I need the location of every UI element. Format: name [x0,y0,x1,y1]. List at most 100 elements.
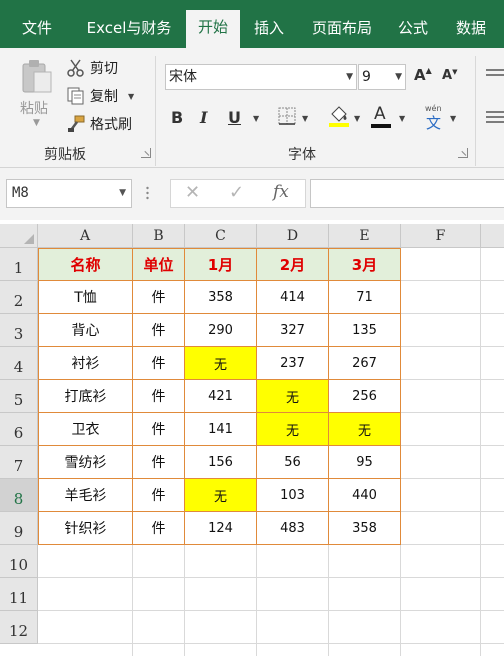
name-box[interactable]: M8 ▼ [6,179,132,208]
align-left-icon[interactable] [486,110,504,124]
table-header-cell[interactable]: 3月 [329,248,401,281]
table-cell[interactable]: 打底衫 [38,380,133,413]
row-header-2[interactable]: 2 [0,281,38,314]
font-launcher-icon[interactable] [458,148,468,158]
row-header-3[interactable]: 3 [0,314,38,347]
table-cell[interactable]: T恤 [38,281,133,314]
select-all-button[interactable] [0,224,38,248]
row-header-7[interactable]: 7 [0,446,38,479]
copy-button[interactable]: 复制 ▼ [66,84,134,108]
table-cell[interactable]: 290 [185,314,257,347]
table-cell[interactable]: 483 [257,512,329,545]
table-cell[interactable]: 95 [329,446,401,479]
resize-handle-icon[interactable] [146,186,149,200]
table-cell[interactable]: 358 [329,512,401,545]
table-cell[interactable]: 358 [185,281,257,314]
table-cell[interactable]: 237 [257,347,329,380]
font-color-dropdown-icon[interactable]: ▼ [399,114,405,123]
table-header-cell[interactable]: 1月 [185,248,257,281]
table-cell[interactable]: 267 [329,347,401,380]
tab-file[interactable]: 文件 [10,11,64,48]
grow-font-button[interactable]: A▲ [414,66,432,84]
table-cell[interactable]: 124 [185,512,257,545]
row-header-11[interactable]: 11 [0,578,38,611]
column-header-partial[interactable] [481,224,504,248]
table-cell[interactable]: 414 [257,281,329,314]
table-cell[interactable]: 无 [257,413,329,446]
border-icon[interactable] [277,106,297,126]
cancel-icon[interactable]: ✕ [185,182,200,203]
bold-button[interactable]: B [171,108,183,127]
table-cell[interactable]: 440 [329,479,401,512]
column-header-e[interactable]: E [329,224,401,248]
formula-input[interactable] [310,179,504,208]
table-cell[interactable]: 件 [133,512,185,545]
tab-page-layout[interactable]: 页面布局 [302,11,382,48]
underline-button[interactable]: U [228,108,241,127]
table-cell[interactable]: 件 [133,314,185,347]
table-cell[interactable]: 256 [329,380,401,413]
format-painter-button[interactable]: 格式刷 [66,112,132,136]
table-cell[interactable]: 56 [257,446,329,479]
table-cell[interactable]: 无 [257,380,329,413]
fill-color-dropdown-icon[interactable]: ▼ [354,114,360,123]
table-cell[interactable]: 衬衫 [38,347,133,380]
table-cell[interactable]: 雪纺衫 [38,446,133,479]
column-header-a[interactable]: A [38,224,133,248]
row-header-4[interactable]: 4 [0,347,38,380]
tab-excel-finance[interactable]: Excel与财务 [78,11,180,48]
table-cell[interactable]: 羊毛衫 [38,479,133,512]
align-top-icon[interactable] [486,68,504,82]
table-cell[interactable]: 103 [257,479,329,512]
row-header-9[interactable]: 9 [0,512,38,545]
table-cell[interactable]: 无 [329,413,401,446]
column-header-c[interactable]: C [185,224,257,248]
table-cell[interactable]: 141 [185,413,257,446]
table-cell[interactable]: 件 [133,281,185,314]
tab-formulas[interactable]: 公式 [388,11,438,48]
table-header-cell[interactable]: 单位 [133,248,185,281]
table-cell[interactable]: 卫衣 [38,413,133,446]
clipboard-launcher-icon[interactable] [141,148,151,158]
row-header-12[interactable]: 12 [0,611,38,644]
phonetic-dropdown-icon[interactable]: ▼ [450,114,456,123]
shrink-font-button[interactable]: A▼ [442,68,457,83]
tab-data[interactable]: 数据 [446,11,496,48]
table-header-cell[interactable]: 名称 [38,248,133,281]
border-dropdown-icon[interactable]: ▼ [302,114,308,123]
table-cell[interactable]: 件 [133,413,185,446]
italic-button[interactable]: I [200,108,207,127]
table-cell[interactable]: 针织衫 [38,512,133,545]
row-header-6[interactable]: 6 [0,413,38,446]
row-header-8[interactable]: 8 [0,479,38,512]
row-header-10[interactable]: 10 [0,545,38,578]
table-cell[interactable]: 156 [185,446,257,479]
table-header-cell[interactable]: 2月 [257,248,329,281]
table-cell[interactable]: 71 [329,281,401,314]
row-header-1[interactable]: 1 [0,248,38,281]
table-cell[interactable]: 件 [133,479,185,512]
fill-color-icon[interactable] [328,104,350,128]
table-cell[interactable]: 背心 [38,314,133,347]
table-cell[interactable]: 135 [329,314,401,347]
column-header-f[interactable]: F [401,224,481,248]
table-cell[interactable]: 327 [257,314,329,347]
enter-icon[interactable]: ✓ [229,182,244,203]
row-header-5[interactable]: 5 [0,380,38,413]
font-name-select[interactable]: 宋体 ▼ [165,64,357,90]
insert-function-button[interactable]: fx [273,182,289,202]
table-cell[interactable]: 无 [185,347,257,380]
table-cell[interactable]: 件 [133,446,185,479]
paste-dropdown-icon[interactable]: ▼ [33,118,40,128]
font-size-select[interactable]: 9 ▼ [358,64,406,90]
column-header-b[interactable]: B [133,224,185,248]
table-cell[interactable]: 421 [185,380,257,413]
underline-dropdown-icon[interactable]: ▼ [253,114,259,123]
tab-insert[interactable]: 插入 [244,11,294,48]
copy-dropdown-icon[interactable]: ▼ [128,92,134,101]
column-header-d[interactable]: D [257,224,329,248]
table-cell[interactable]: 无 [185,479,257,512]
table-cell[interactable]: 件 [133,380,185,413]
tab-home[interactable]: 开始 [186,10,240,48]
table-cell[interactable]: 件 [133,347,185,380]
